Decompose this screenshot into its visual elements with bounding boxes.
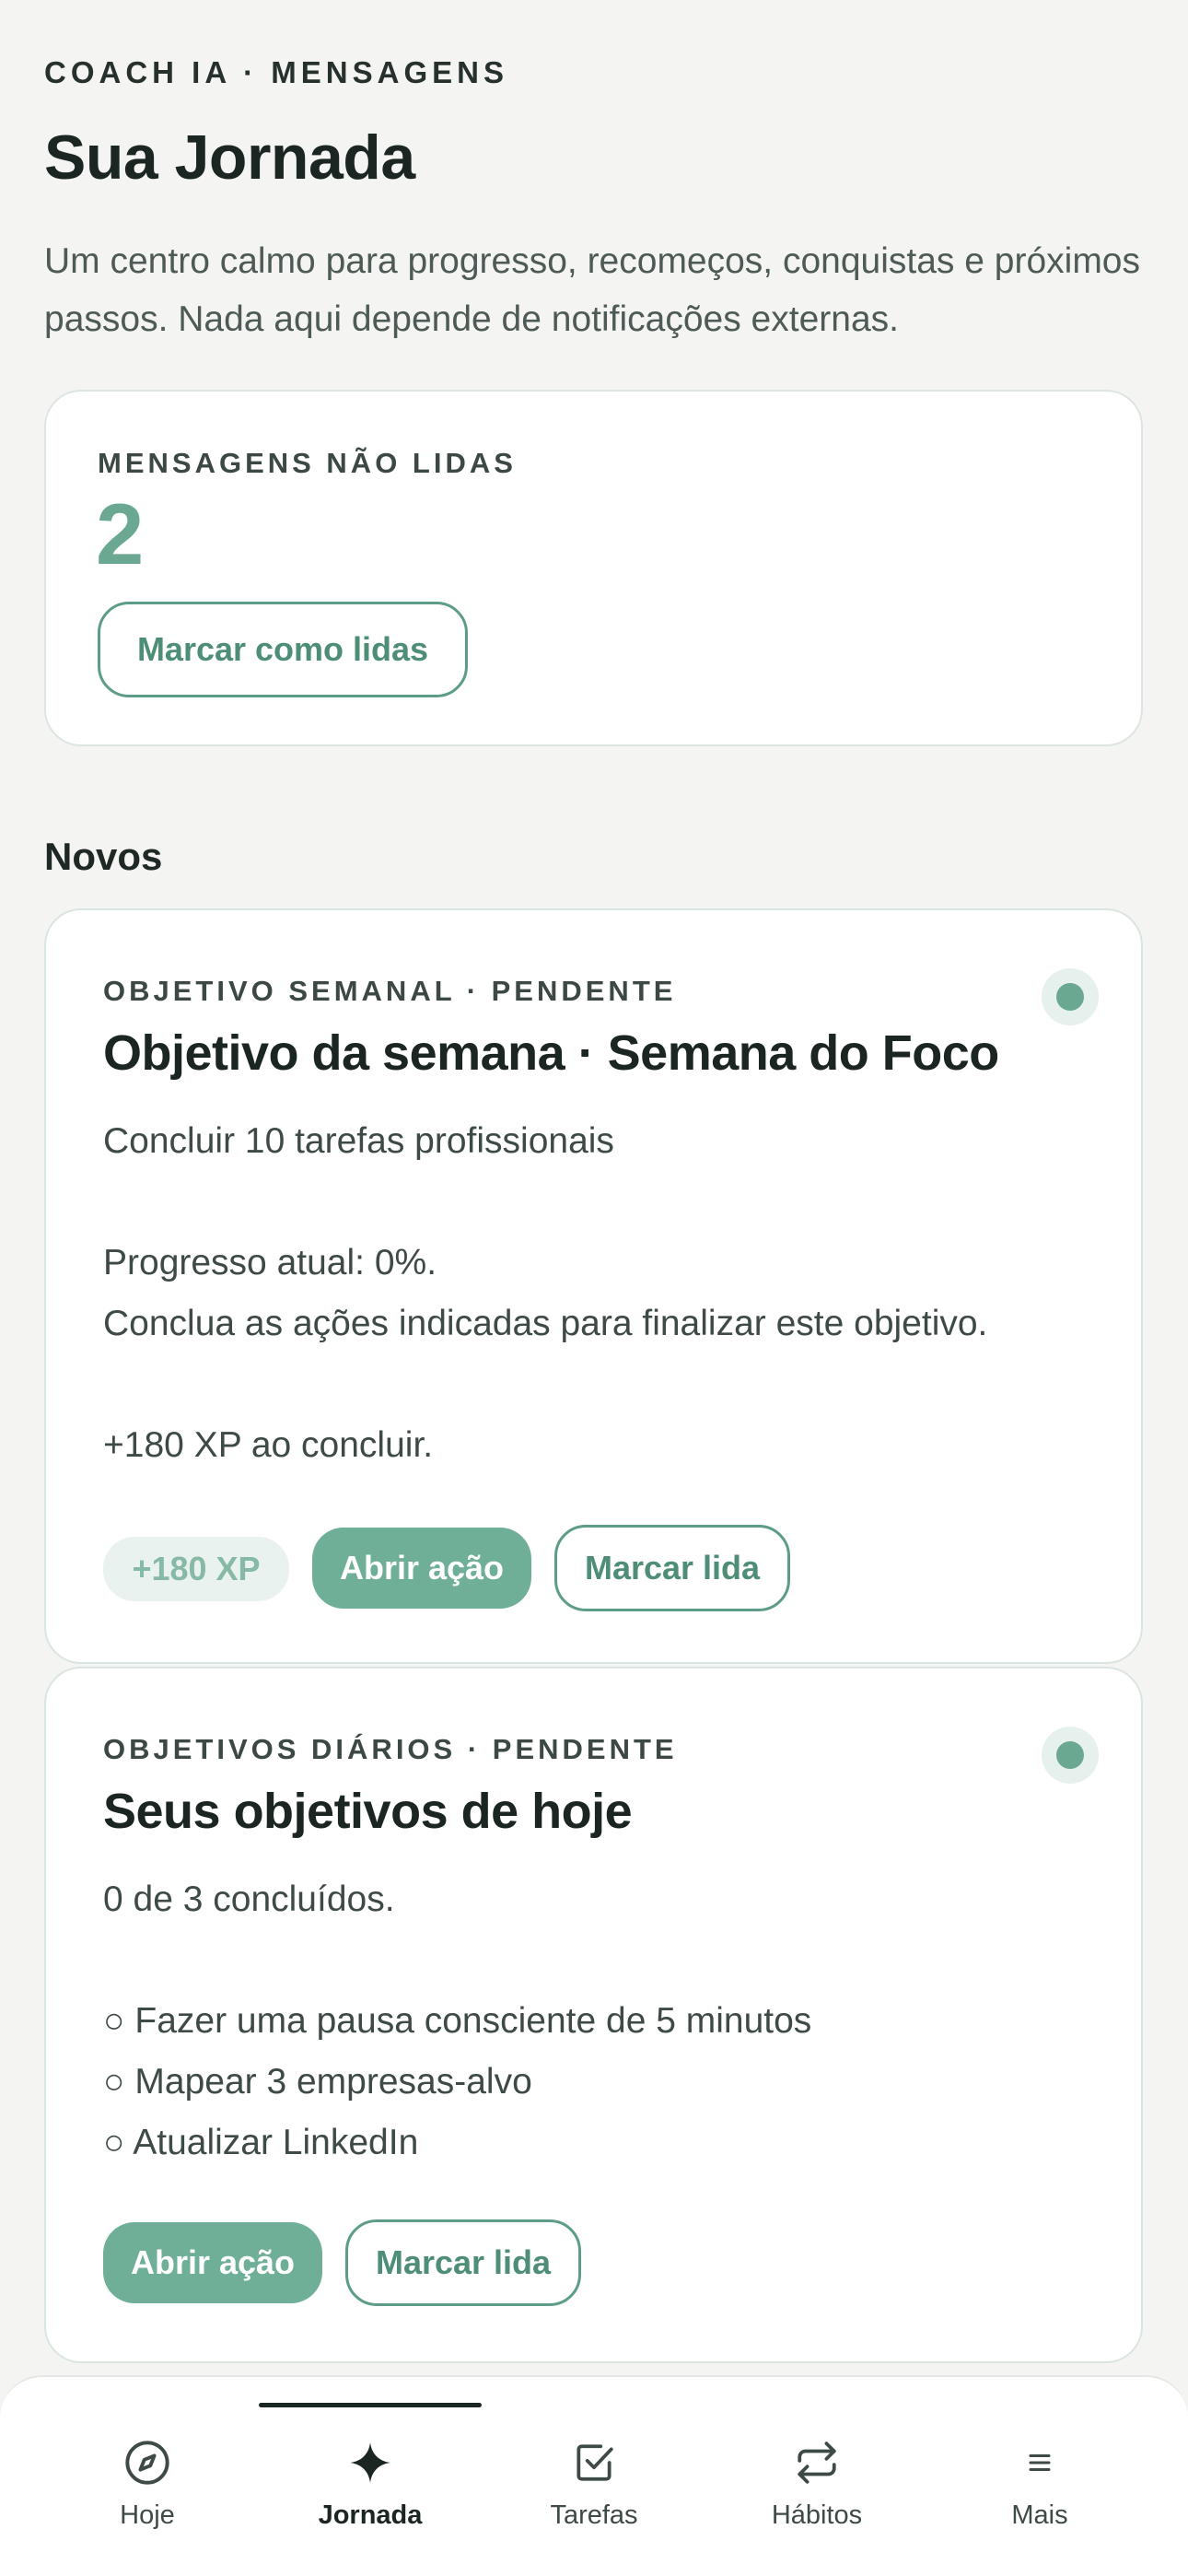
message-line: 0 de 3 concluídos. (103, 1879, 395, 1919)
mark-all-read-button[interactable]: Marcar como lidas (98, 602, 468, 697)
message-line: Progresso atual: 0%. (103, 1243, 437, 1282)
message-line: ○ Mapear 3 empresas-alvo (103, 2062, 532, 2102)
message-line: ○ Fazer uma pausa consciente de 5 minuto… (103, 2001, 812, 2041)
unread-indicator (1042, 968, 1099, 1025)
message-line: Concluir 10 tarefas profissionais (103, 1121, 614, 1161)
tab-hoje[interactable]: Hoje (36, 2377, 259, 2576)
tab-label: Hábitos (771, 2500, 863, 2530)
eyebrow: COACH IA · MENSAGENS (44, 55, 508, 89)
repeat-icon (792, 2438, 842, 2488)
message-line: Conclua as ações indicadas para finaliza… (103, 1304, 988, 1343)
compass-icon (122, 2438, 172, 2488)
message-line: +180 XP ao concluir. (103, 1425, 434, 1465)
journey-screen: COACH IA · MENSAGENS Sua Jornada Um cent… (0, 0, 1188, 2576)
tab-tarefas[interactable]: Tarefas (483, 2377, 705, 2576)
tab-label: Tarefas (550, 2500, 638, 2530)
open-action-button[interactable]: Abrir ação (312, 1528, 531, 1609)
unread-label: MENSAGENS NÃO LIDAS (98, 447, 517, 479)
tab-label: Hoje (120, 2500, 175, 2530)
message-title: Seus objetivos de hoje (103, 1784, 633, 1839)
message-body: Concluir 10 tarefas profissionais Progre… (103, 1111, 1098, 1476)
sparkle-icon (345, 2438, 395, 2488)
message-title: Objetivo da semana · Semana do Foco (103, 1025, 999, 1081)
xp-badge: +180 XP (103, 1537, 289, 1601)
message-tag: OBJETIVO SEMANAL · PENDENTE (103, 975, 677, 1007)
mark-read-button[interactable]: Marcar lida (554, 1525, 790, 1611)
tab-jornada[interactable]: Jornada (259, 2377, 482, 2576)
mark-read-button[interactable]: Marcar lida (345, 2219, 581, 2306)
tab-mais[interactable]: Mais (928, 2377, 1151, 2576)
message-body: 0 de 3 concluídos. ○ Fazer uma pausa con… (103, 1869, 1098, 2173)
message-tag: OBJETIVOS DIÁRIOS · PENDENTE (103, 1733, 678, 1765)
page-title: Sua Jornada (44, 123, 415, 193)
unread-indicator (1042, 1727, 1099, 1784)
open-action-button[interactable]: Abrir ação (103, 2222, 322, 2303)
page-subtitle: Um centro calmo para progresso, recomeço… (44, 241, 1140, 339)
unread-dot-icon (1056, 1741, 1084, 1769)
message-line: ○ Atualizar LinkedIn (103, 2123, 419, 2162)
section-title: Novos (44, 835, 163, 878)
bottom-tab-bar: Hoje Jornada Tarefas Hábitos Mais (0, 2375, 1188, 2576)
checkbox-icon (569, 2438, 619, 2488)
tab-habitos[interactable]: Hábitos (705, 2377, 928, 2576)
message-card: OBJETIVOS DIÁRIOS · PENDENTE Seus objeti… (44, 1667, 1143, 2363)
tab-label: Jornada (318, 2500, 423, 2530)
menu-icon (1015, 2438, 1065, 2488)
unread-dot-icon (1056, 983, 1084, 1011)
unread-card: MENSAGENS NÃO LIDAS 2 Marcar como lidas (44, 390, 1143, 746)
unread-count: 2 (96, 486, 145, 582)
message-card: OBJETIVO SEMANAL · PENDENTE Objetivo da … (44, 908, 1143, 1664)
tab-label: Mais (1011, 2500, 1068, 2530)
